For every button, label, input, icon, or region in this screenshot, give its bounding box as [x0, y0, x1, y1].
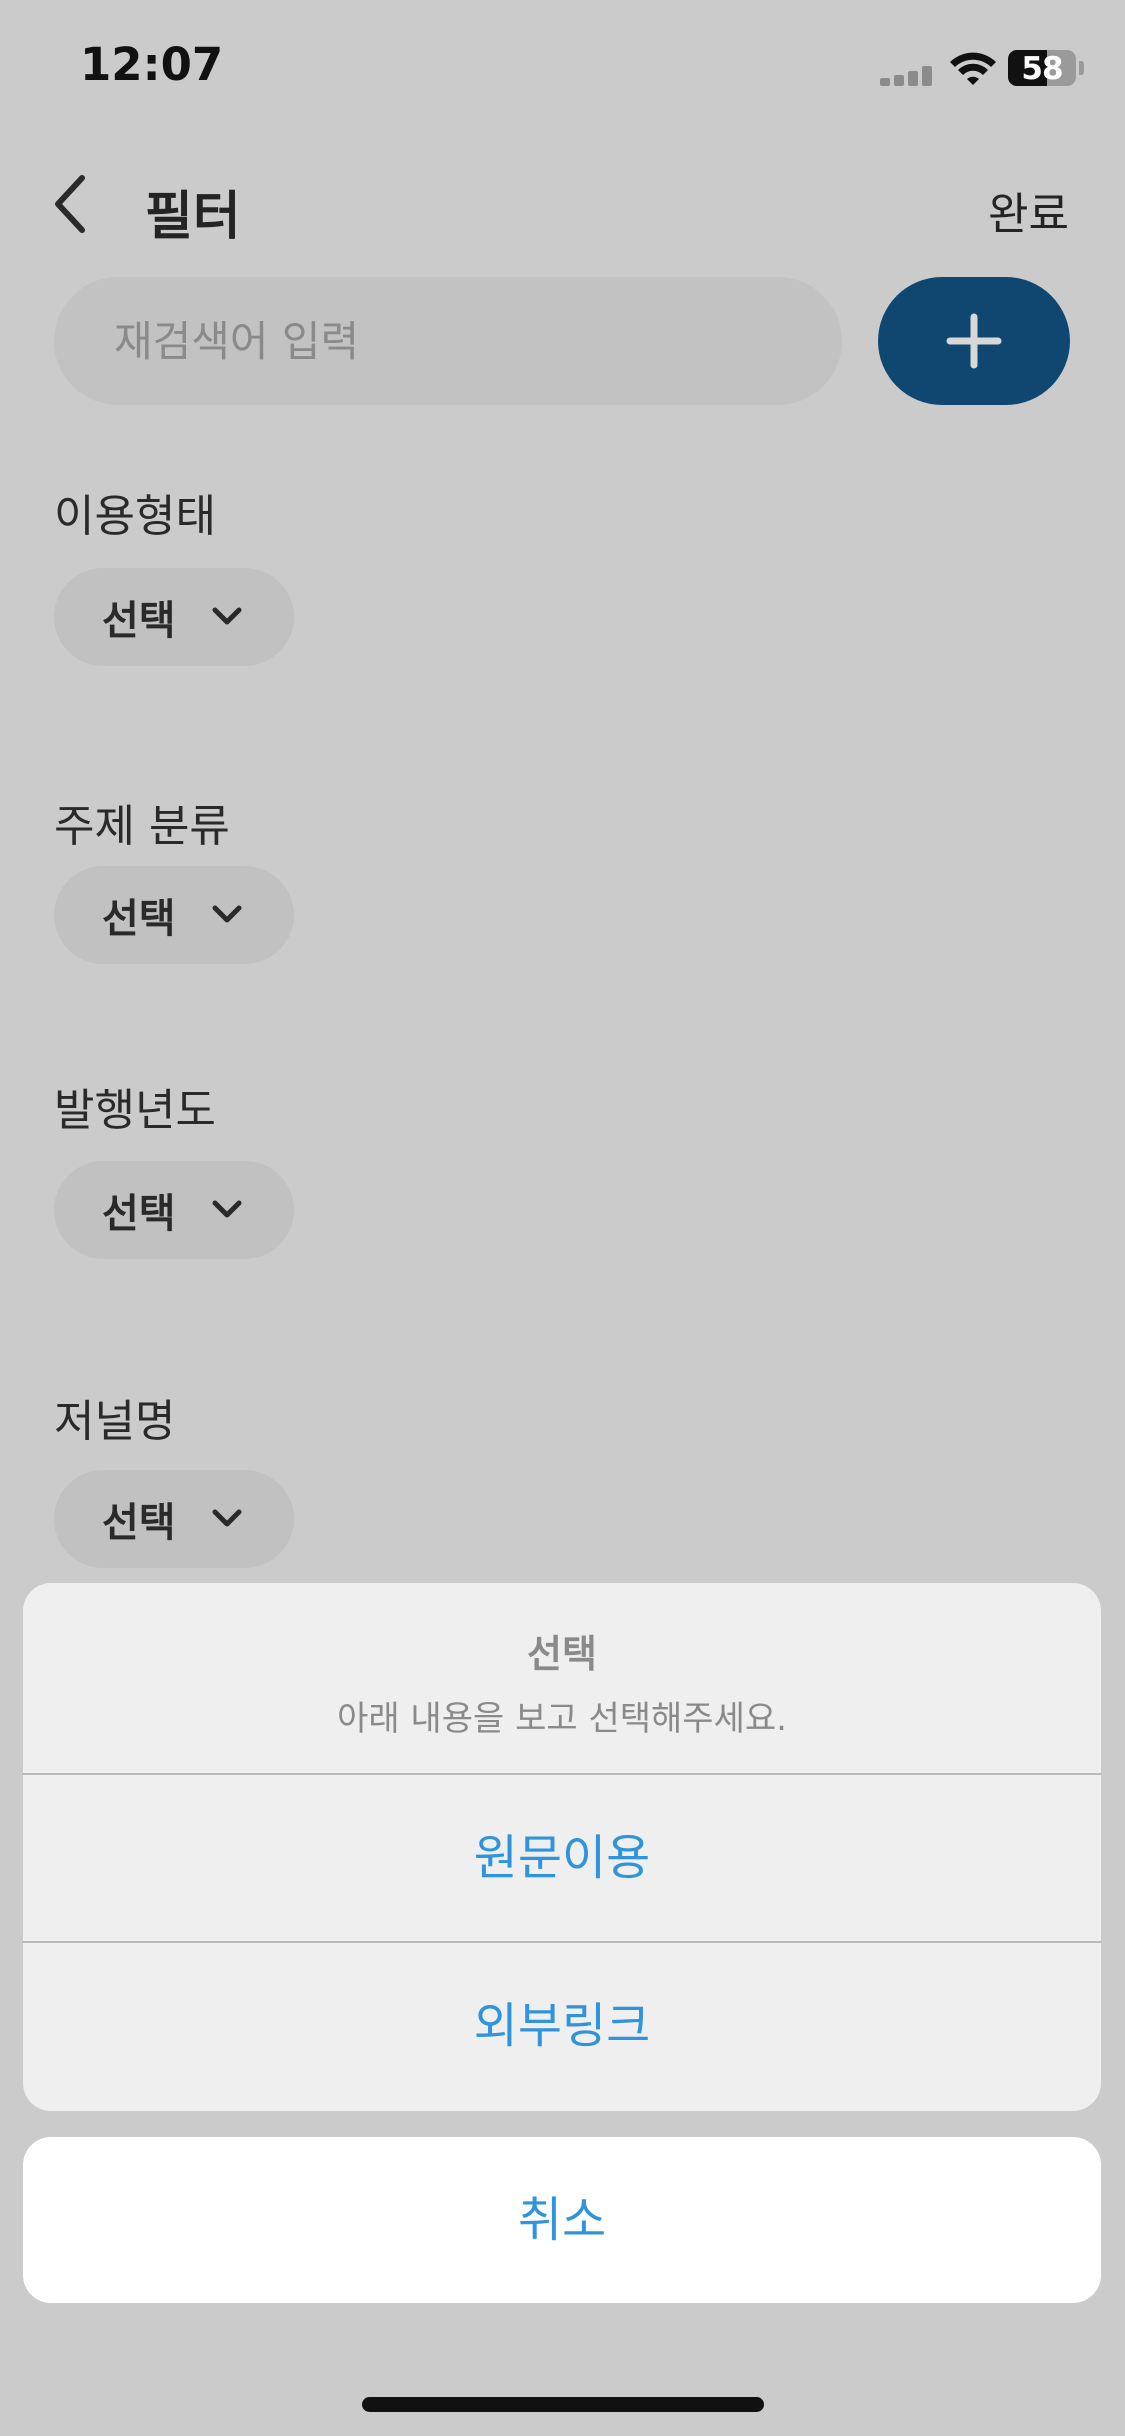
add-keyword-button[interactable] — [878, 277, 1070, 405]
action-sheet-message: 아래 내용을 보고 선택해주세요. — [337, 1699, 787, 1739]
chevron-left-icon — [55, 175, 85, 233]
wifi-icon — [950, 52, 996, 85]
page-title: 필터 — [145, 187, 241, 247]
chevron-down-icon — [212, 1509, 242, 1527]
back-button[interactable] — [44, 168, 104, 240]
chevron-down-icon — [212, 905, 242, 923]
status-time: 12:07 — [80, 38, 224, 91]
select-value: 선택 — [102, 598, 176, 644]
select-value: 선택 — [102, 1500, 176, 1546]
battery-icon: 58 — [1008, 50, 1076, 86]
search-input[interactable] — [54, 277, 842, 405]
home-indicator[interactable] — [362, 2397, 764, 2412]
battery-cap — [1079, 61, 1084, 75]
option-full-text[interactable]: 원문이용 — [23, 1775, 1101, 1941]
filter-label-subject: 주제 분류 — [54, 801, 230, 852]
select-value: 선택 — [102, 896, 176, 942]
subject-select[interactable]: 선택 — [54, 866, 294, 964]
chevron-down-icon — [212, 1200, 242, 1218]
filter-label-journal: 저널명 — [54, 1396, 176, 1447]
filter-label-pub-year: 발행년도 — [54, 1085, 216, 1136]
option-external-link[interactable]: 외부링크 — [23, 1943, 1101, 2109]
journal-select[interactable]: 선택 — [54, 1470, 294, 1568]
cancel-button[interactable]: 취소 — [23, 2137, 1101, 2303]
done-button[interactable]: 완료 — [988, 178, 1069, 242]
filter-label-usage-type: 이용형태 — [54, 491, 216, 542]
pub-year-select[interactable]: 선택 — [54, 1161, 294, 1259]
battery-level: 58 — [1021, 51, 1063, 86]
chevron-down-icon — [212, 607, 242, 625]
action-sheet: 선택 아래 내용을 보고 선택해주세요. 원문이용 외부링크 — [23, 1583, 1101, 2111]
usage-type-select[interactable]: 선택 — [54, 568, 294, 666]
action-sheet-title: 선택 — [527, 1632, 597, 1676]
signal-icon — [880, 66, 936, 86]
select-value: 선택 — [102, 1191, 176, 1237]
plus-icon — [946, 313, 1002, 369]
